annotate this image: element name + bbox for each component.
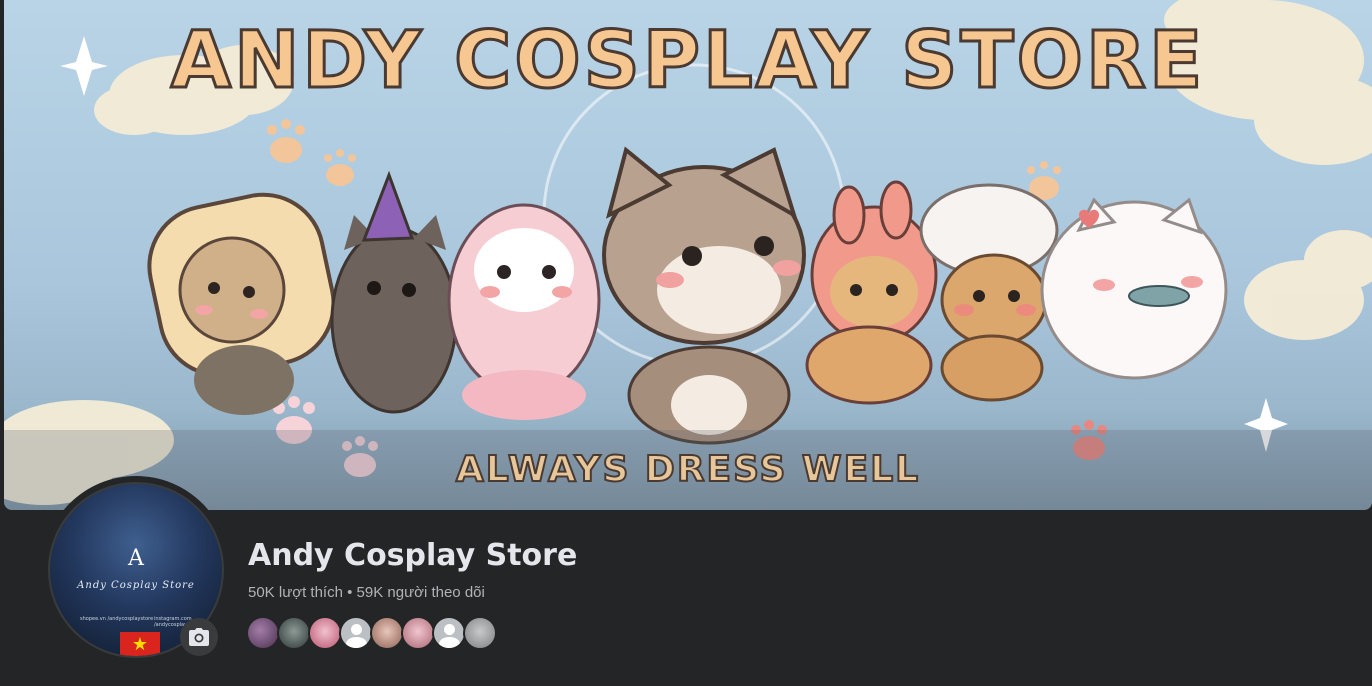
friend-avatar[interactable] (401, 616, 435, 650)
friend-avatar[interactable] (246, 616, 280, 650)
default-avatar-icon[interactable] (432, 616, 466, 650)
likes-count-link[interactable]: 50K lượt thích (248, 584, 343, 601)
page-title: Andy Cosplay Store (248, 538, 578, 573)
brand-logo-glyph: A (128, 546, 144, 571)
followers-count-link[interactable]: 59K người theo dõi (357, 584, 485, 601)
friend-avatar[interactable] (277, 616, 311, 650)
friend-avatar[interactable] (308, 616, 342, 650)
page-stats: 50K lượt thích • 59K người theo dõi (248, 584, 485, 601)
avatar-shopee-text: shopee.vn /andycosplaystore (80, 616, 154, 622)
cover-subtitle: ALWAYS DRESS WELL (455, 449, 921, 490)
friend-avatar[interactable] (370, 616, 404, 650)
update-profile-picture-button[interactable] (180, 618, 218, 656)
default-avatar-icon[interactable] (339, 616, 373, 650)
camera-icon (189, 628, 209, 646)
brand-logo-icon: A (50, 546, 222, 571)
cover-photo[interactable]: ANDY COSPLAY STORE ALWAYS DRESS WELL (4, 0, 1372, 510)
stats-separator: • (347, 584, 353, 601)
cover-title: ANDY COSPLAY STORE (169, 16, 1206, 106)
friend-avatar[interactable] (463, 616, 497, 650)
vietnam-flag-icon: ★ (120, 632, 160, 656)
avatar-brand-text: Andy Cosplay Store (77, 580, 195, 591)
